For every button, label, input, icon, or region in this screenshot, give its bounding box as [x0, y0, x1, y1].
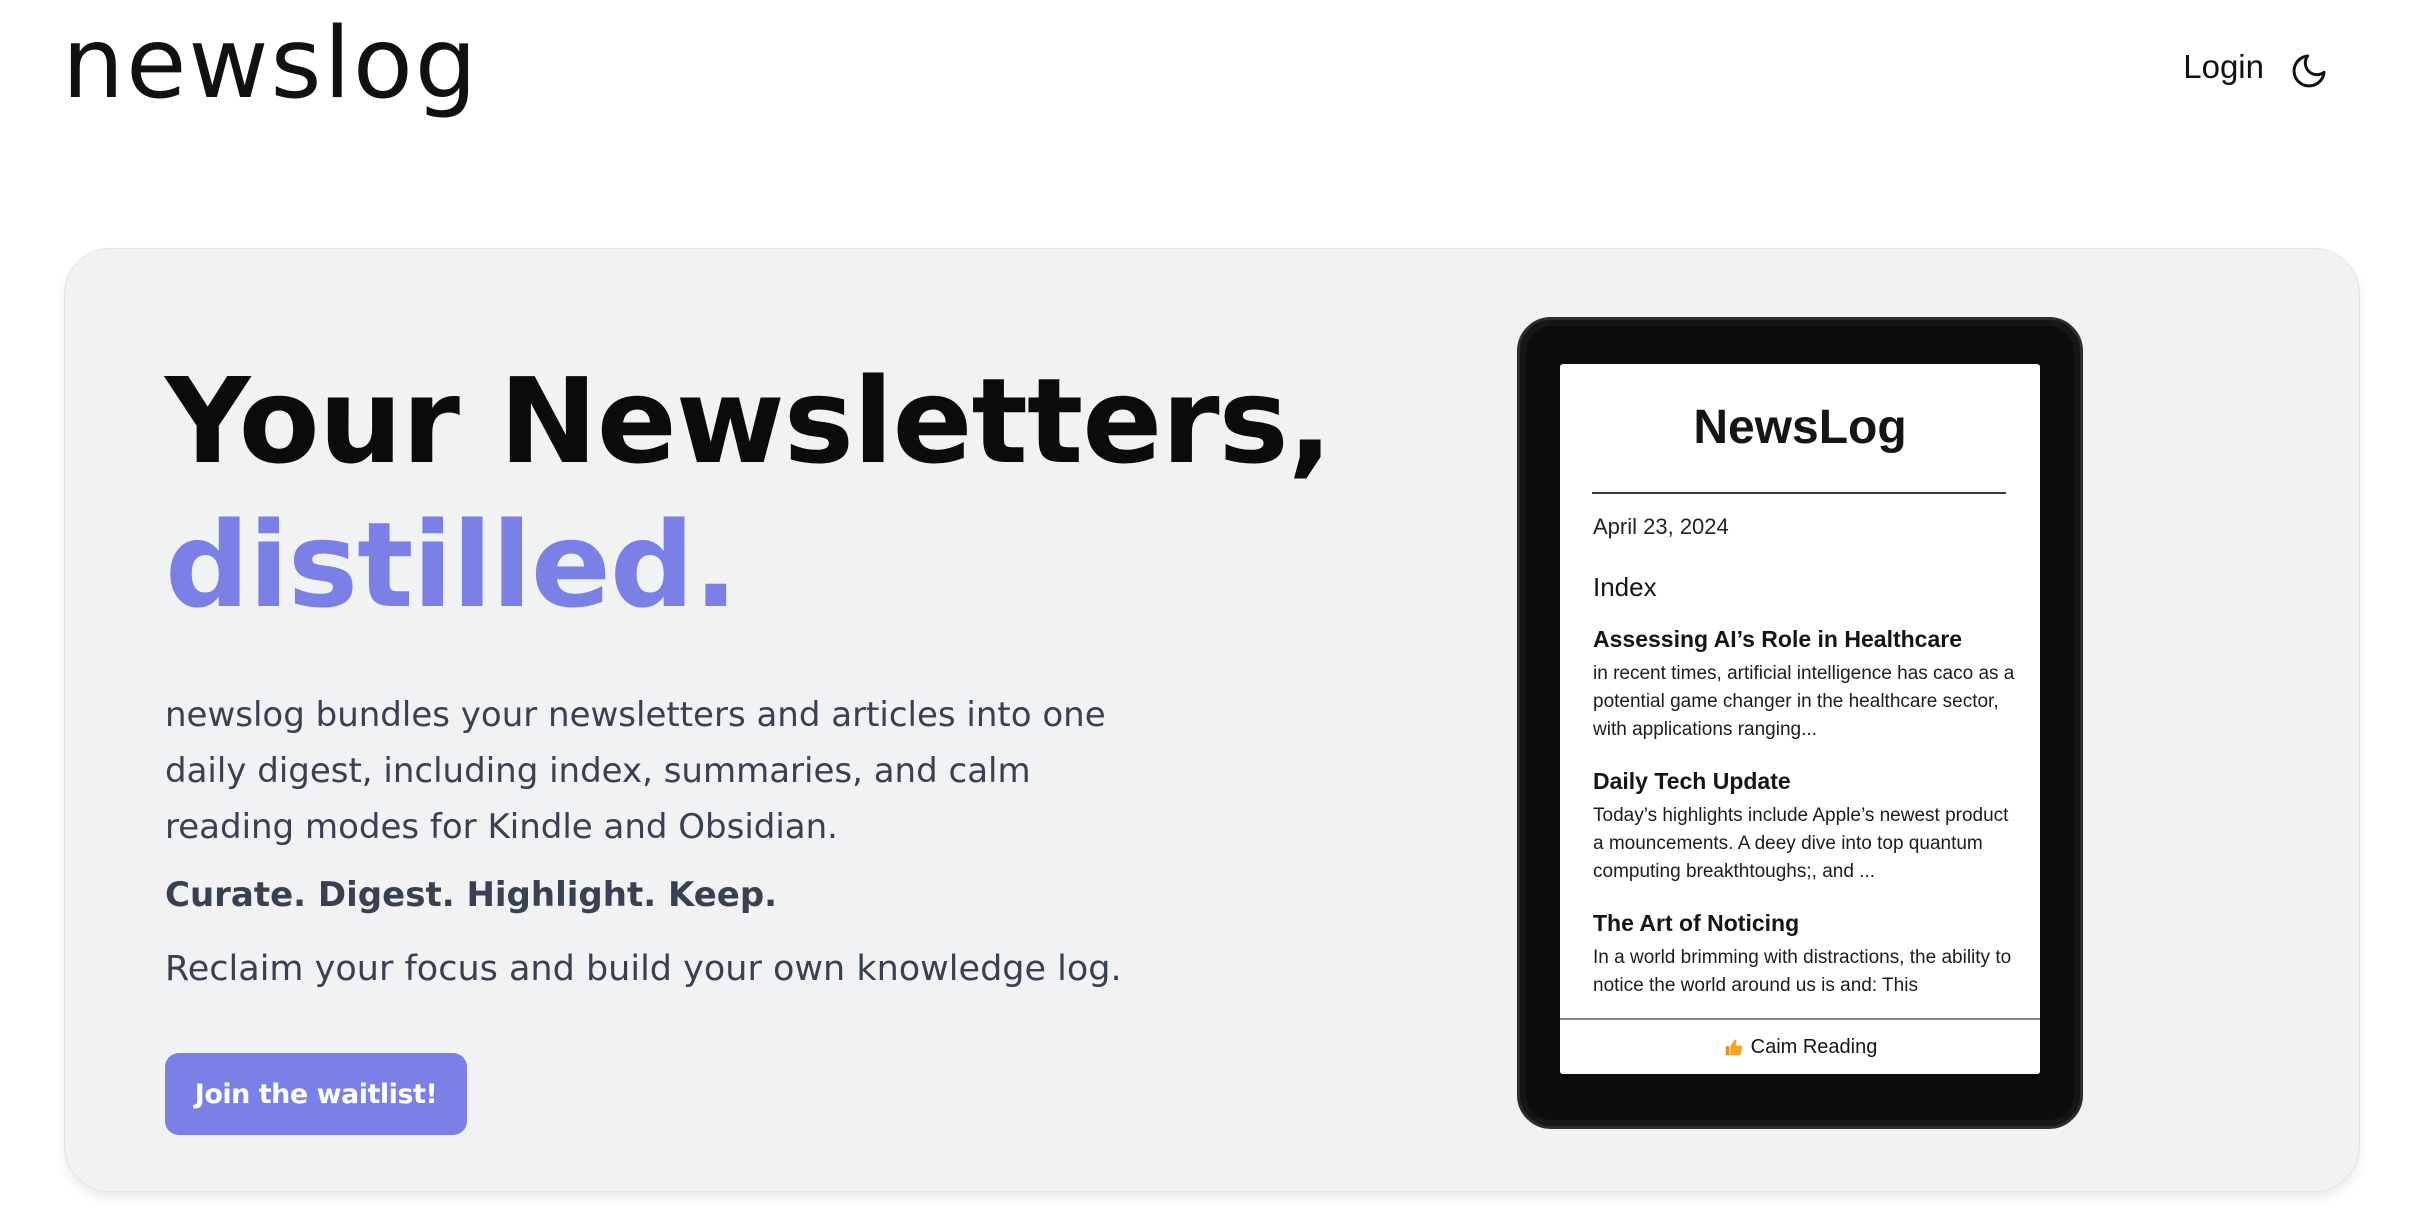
calm-reading-label: Caim Reading: [1750, 1035, 1878, 1058]
hero-reclaim-text: Reclaim your focus and build your own kn…: [165, 949, 1122, 989]
article-title: The Art of Noticing: [1593, 910, 1800, 936]
index-heading: Index: [1593, 572, 1657, 602]
login-link[interactable]: Login: [2183, 48, 2264, 86]
article-title: Daily Tech Update: [1593, 768, 1791, 794]
ereader-screen: NewsLog April 23, 2024 Index Assessing A…: [1560, 364, 2040, 1074]
digest-article: Daily Tech Update Today’s highlights inc…: [1593, 766, 2023, 886]
headline-line-2-accent: distilled.: [165, 496, 738, 634]
digest-title: NewsLog: [1693, 401, 1907, 454]
title-divider: [1592, 492, 2006, 494]
hero-card: Your Newsletters, distilled. newslog bun…: [64, 248, 2360, 1192]
article-summary: in recent times, artificial intelligence…: [1593, 663, 2015, 740]
digest-date: April 23, 2024: [1593, 514, 1729, 539]
moon-icon: [2292, 54, 2326, 88]
hero-headline: Your Newsletters, distilled.: [165, 349, 1333, 637]
ereader-device: NewsLog April 23, 2024 Index Assessing A…: [1517, 317, 2083, 1129]
brand-logo[interactable]: newslog: [62, 6, 479, 124]
theme-toggle-button[interactable]: [2288, 50, 2330, 92]
thumbs-up-icon: [1725, 1039, 1742, 1056]
article-title: Assessing AI’s Role in Healthcare: [1593, 626, 1962, 652]
headline-line-1: Your Newsletters,: [165, 352, 1333, 490]
site-header: newslog Login: [0, 0, 2412, 140]
article-summary: Today’s highlights include Apple’s newes…: [1593, 805, 2009, 882]
digest-article: Assessing AI’s Role in Healthcare in rec…: [1593, 624, 2023, 744]
hero-tagline: Curate. Digest. Highlight. Keep.: [165, 875, 778, 915]
join-waitlist-button[interactable]: Join the waitlist!: [165, 1053, 467, 1135]
article-summary: In a world brimming with distractions, t…: [1593, 947, 2012, 996]
calm-reading-bar: Caim Reading: [1560, 1018, 2040, 1074]
digest-article: The Art of Noticing In a world brimming …: [1593, 908, 2023, 1000]
hero-description: newslog bundles your newsletters and art…: [165, 695, 1106, 847]
